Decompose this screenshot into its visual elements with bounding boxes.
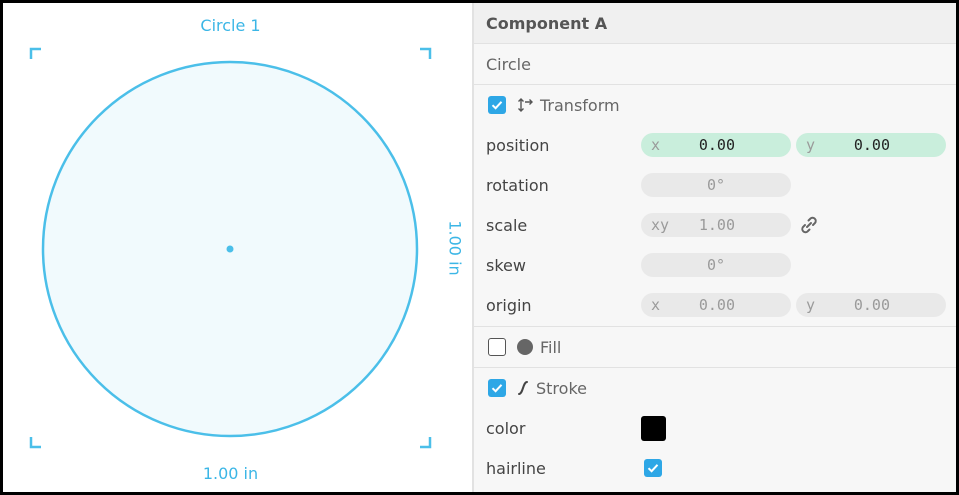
scale-row: scale xy 1.00 <box>474 205 956 245</box>
corner-handle-top-right[interactable] <box>420 47 432 59</box>
origin-row: origin x 0.00 y 0.00 <box>474 285 956 325</box>
position-x-value: 0.00 <box>698 136 735 154</box>
component-title: Component A <box>474 3 956 44</box>
height-dimension: 1.00 in <box>445 220 465 276</box>
transform-label: Transform <box>540 95 620 115</box>
position-x-field[interactable]: x 0.00 <box>641 133 791 157</box>
stroke-checkbox[interactable] <box>488 379 506 397</box>
link-icon[interactable] <box>798 214 820 240</box>
origin-x-prefix: x <box>651 296 661 314</box>
canvas-drawing <box>29 47 432 449</box>
scale-value: 1.00 <box>698 216 735 234</box>
rotation-row: rotation 0° <box>474 165 956 205</box>
fill-section-header: Fill <box>474 327 956 367</box>
skew-row: skew 0° <box>474 245 956 285</box>
rotation-field[interactable]: 0° <box>641 173 791 197</box>
position-label: position <box>486 135 550 155</box>
properties-panel: Component A Circle Transform position x … <box>472 3 956 492</box>
scale-field[interactable]: xy 1.00 <box>641 213 791 237</box>
scale-label: scale <box>486 215 528 235</box>
position-y-prefix: y <box>806 136 816 154</box>
stroke-color-swatch[interactable] <box>641 415 666 441</box>
position-y-value: 0.00 <box>853 136 890 154</box>
stroke-label: Stroke <box>536 378 587 398</box>
check-icon <box>647 464 659 473</box>
skew-label: skew <box>486 255 526 275</box>
stroke-section-header: Stroke <box>474 368 956 408</box>
hairline-row: hairline <box>474 448 956 488</box>
hairline-checkbox[interactable] <box>644 459 662 477</box>
stroke-curve-icon <box>516 380 530 396</box>
skew-value: 0° <box>706 256 726 274</box>
check-icon <box>491 384 503 393</box>
filled-circle-icon <box>516 338 534 356</box>
stroke-color-row: color <box>474 408 956 448</box>
position-row: position x 0.00 y 0.00 <box>474 125 956 165</box>
rotation-value: 0° <box>706 176 726 194</box>
origin-x-field[interactable]: x 0.00 <box>641 293 791 317</box>
fill-label: Fill <box>540 337 562 357</box>
canvas-area[interactable]: Circle 1 1.00 in 1.00 in <box>3 3 472 492</box>
origin-x-value: 0.00 <box>698 296 735 314</box>
fill-checkbox[interactable] <box>488 338 506 356</box>
object-name: Circle <box>474 44 956 85</box>
corner-handle-bottom-left[interactable] <box>29 437 41 449</box>
position-y-field[interactable]: y 0.00 <box>796 133 946 157</box>
origin-y-field[interactable]: y 0.00 <box>796 293 946 317</box>
skew-field[interactable]: 0° <box>641 253 791 277</box>
position-x-prefix: x <box>651 136 661 154</box>
rotation-label: rotation <box>486 175 549 195</box>
hairline-label: hairline <box>486 458 546 478</box>
corner-handle-bottom-right[interactable] <box>420 437 432 449</box>
corner-handle-top-left[interactable] <box>29 47 41 59</box>
center-point[interactable] <box>226 245 234 253</box>
app-frame: Circle 1 1.00 in 1.00 in Component A Cir… <box>3 3 956 492</box>
transform-section-header: Transform <box>474 85 956 125</box>
check-icon <box>491 101 503 110</box>
stroke-color-label: color <box>486 418 526 438</box>
origin-y-value: 0.00 <box>853 296 890 314</box>
scale-prefix: xy <box>651 216 670 234</box>
width-dimension: 1.00 in <box>202 464 259 483</box>
transform-checkbox[interactable] <box>488 96 506 114</box>
origin-y-prefix: y <box>806 296 816 314</box>
origin-label: origin <box>486 295 532 315</box>
transform-arrows-icon <box>516 97 534 113</box>
